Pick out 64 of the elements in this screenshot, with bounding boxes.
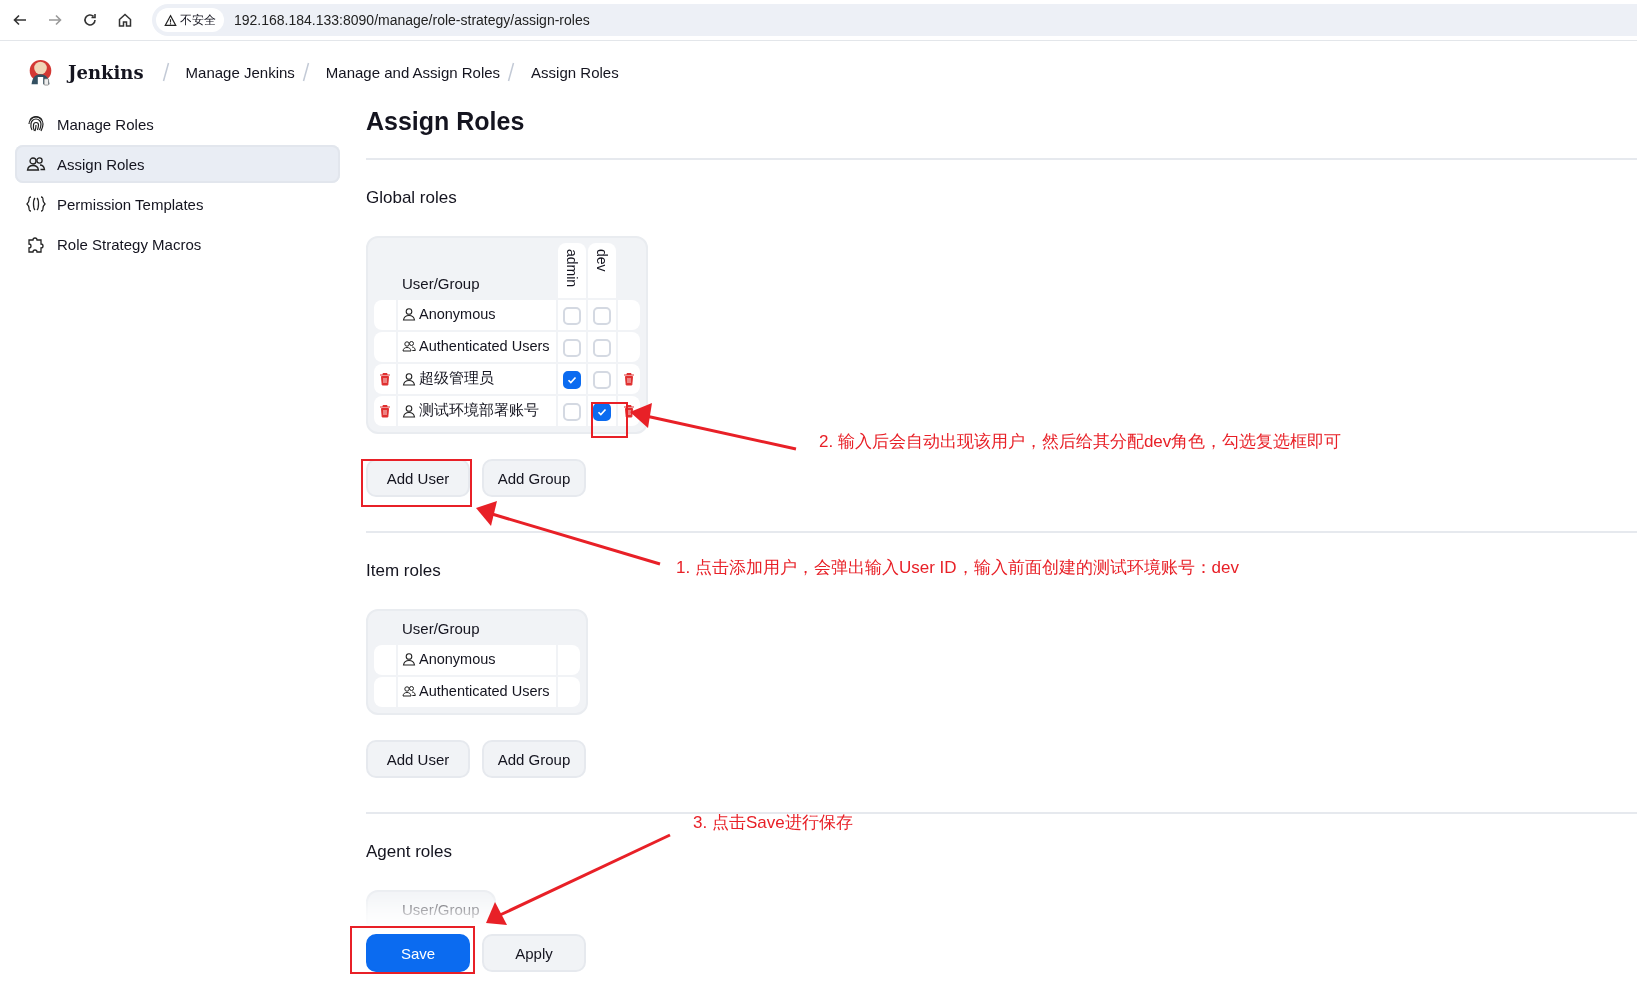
- sidebar-label: Permission Templates: [57, 195, 204, 213]
- people-icon: [26, 154, 46, 174]
- sidebar-item[interactable]: Permission Templates: [15, 185, 340, 223]
- warning-icon: [164, 13, 177, 27]
- annotation-text: 3. 点击Save进行保存: [693, 812, 853, 834]
- user-name: Anonymous: [402, 651, 496, 668]
- highlight-frame: [591, 402, 628, 438]
- sidebar-label: Assign Roles: [57, 155, 145, 173]
- add-button[interactable]: Add Group: [482, 740, 586, 779]
- annotation-text: 2. 输入后会自动出现该用户，然后给其分配dev角色，勾选复选框即可: [819, 431, 1342, 453]
- column-header: User/Group: [401, 900, 481, 921]
- delete-icon[interactable]: [622, 404, 635, 419]
- delete-icon[interactable]: [379, 372, 391, 387]
- back-icon[interactable]: [12, 12, 28, 28]
- breadcrumb-separator: [301, 62, 310, 82]
- brand-name[interactable]: Jenkins: [68, 61, 144, 83]
- add-button[interactable]: Add User: [366, 459, 470, 498]
- user-name: Authenticated Users: [402, 338, 550, 355]
- sidebar-item[interactable]: Assign Roles: [15, 145, 340, 183]
- group-icon: [402, 684, 416, 699]
- save-button[interactable]: Save: [366, 934, 470, 972]
- delete-icon[interactable]: [379, 404, 391, 419]
- role-checkbox[interactable]: [562, 370, 581, 389]
- forward-icon[interactable]: [47, 12, 63, 28]
- user-name: Authenticated Users: [402, 683, 550, 700]
- url-text: 192.168.184.133:8090/manage/role-strategy/assign-roles: [234, 12, 590, 28]
- user-icon: [402, 307, 416, 322]
- breadcrumb-link[interactable]: Assign Roles: [531, 63, 619, 81]
- group-icon: [402, 339, 416, 354]
- security-chip[interactable]: 不安全: [156, 8, 224, 32]
- security-label: 不安全: [180, 11, 216, 29]
- section-title: Global roles: [366, 188, 457, 208]
- reload-icon[interactable]: [82, 12, 98, 28]
- fingerprint-icon: [26, 114, 46, 134]
- user-icon: [402, 403, 416, 418]
- user-name: 测试环境部署账号: [402, 401, 539, 421]
- add-button[interactable]: Add Group: [482, 459, 586, 498]
- puzzle-icon: [26, 234, 46, 254]
- role-header: dev: [587, 243, 616, 299]
- user-name: Anonymous: [402, 306, 496, 323]
- breadcrumb-separator: [161, 62, 170, 82]
- delete-icon[interactable]: [622, 372, 635, 387]
- sidebar-item[interactable]: Manage Roles: [15, 105, 340, 143]
- user-name: 超级管理员: [402, 369, 494, 389]
- user-icon: [402, 371, 416, 386]
- page-title: Assign Roles: [366, 107, 526, 136]
- sidebar-label: Role Strategy Macros: [57, 235, 202, 253]
- section-title: Item roles: [366, 561, 441, 582]
- home-icon[interactable]: [117, 12, 133, 28]
- column-header: User/Group: [401, 274, 481, 295]
- annotation-text: 1. 点击添加用户，会弹出输入User ID，输入前面创建的测试环境账号：dev: [676, 557, 1239, 579]
- apply-button[interactable]: Apply: [482, 934, 586, 972]
- sidebar-label: Manage Roles: [57, 115, 154, 133]
- role-header: admin: [557, 243, 586, 299]
- breadcrumb-link[interactable]: Manage Jenkins: [185, 63, 295, 81]
- section-title: Agent roles: [366, 842, 452, 863]
- breadcrumb-separator: [507, 62, 516, 82]
- user-icon: [402, 652, 416, 667]
- column-header: User/Group: [401, 619, 481, 640]
- sidebar-item[interactable]: Role Strategy Macros: [15, 225, 340, 263]
- braces-icon: [26, 194, 46, 214]
- breadcrumb-link[interactable]: Manage and Assign Roles: [325, 63, 501, 81]
- address-bar[interactable]: 不安全 192.168.184.133:8090/manage/role-strategy/assign-roles: [152, 4, 1637, 36]
- add-button[interactable]: Add User: [366, 740, 470, 779]
